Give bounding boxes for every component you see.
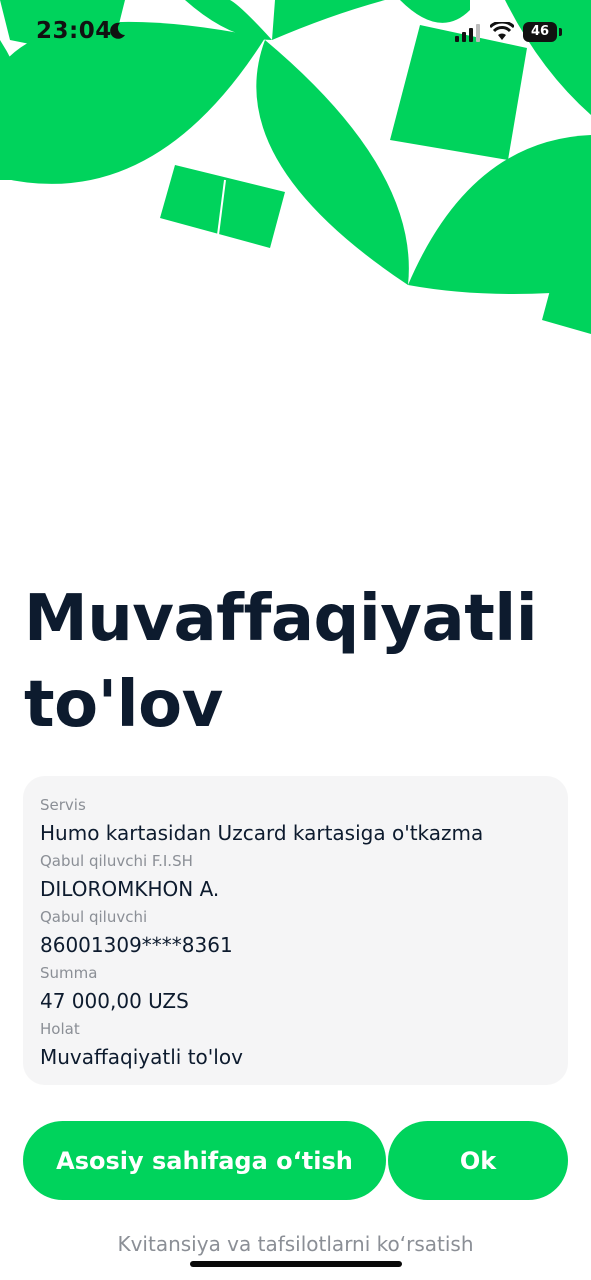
- detail-row-status: Holat Muvaffaqiyatli to'lov: [40, 1018, 551, 1074]
- detail-value: DILOROMKHON A.: [40, 877, 220, 901]
- detail-value: 86001309****8361: [40, 933, 233, 957]
- detail-row-service: Servis Humo kartasidan Uzcard kartasiga …: [40, 794, 551, 850]
- detail-label: Holat: [40, 1020, 80, 1038]
- status-bar: 23:04 46: [0, 0, 591, 64]
- signal-icon: [455, 24, 480, 42]
- detail-row-recipient-name: Qabul qiluvchi F.I.SH DILOROMKHON A.: [40, 850, 551, 906]
- ok-button[interactable]: Ok: [388, 1121, 568, 1200]
- page-title: Muvaffaqiyatli to'lov: [24, 582, 538, 742]
- show-receipt-link[interactable]: Kvitansiya va tafsilotlarni ko‘rsatish: [0, 1232, 591, 1256]
- detail-value: Muvaffaqiyatli to'lov: [40, 1045, 243, 1069]
- battery-icon: 46: [523, 22, 557, 42]
- moon-icon: [110, 22, 125, 39]
- detail-label: Qabul qiluvchi: [40, 908, 148, 926]
- home-indicator[interactable]: [190, 1261, 402, 1267]
- go-home-button[interactable]: Asosiy sahifaga o‘tish: [23, 1121, 386, 1200]
- wifi-icon: [490, 22, 514, 40]
- detail-label: Summa: [40, 964, 98, 982]
- detail-value: 47 000,00 UZS: [40, 989, 189, 1013]
- status-time: 23:04: [36, 18, 112, 44]
- battery-nub: [559, 28, 562, 36]
- detail-value: Humo kartasidan Uzcard kartasiga o'tkazm…: [40, 821, 484, 845]
- detail-label: Qabul qiluvchi F.I.SH: [40, 852, 193, 870]
- payment-details-card: Servis Humo kartasidan Uzcard kartasiga …: [23, 776, 568, 1085]
- detail-label: Servis: [40, 796, 86, 814]
- detail-row-recipient-card: Qabul qiluvchi 86001309****8361: [40, 906, 551, 962]
- detail-row-amount: Summa 47 000,00 UZS: [40, 962, 551, 1018]
